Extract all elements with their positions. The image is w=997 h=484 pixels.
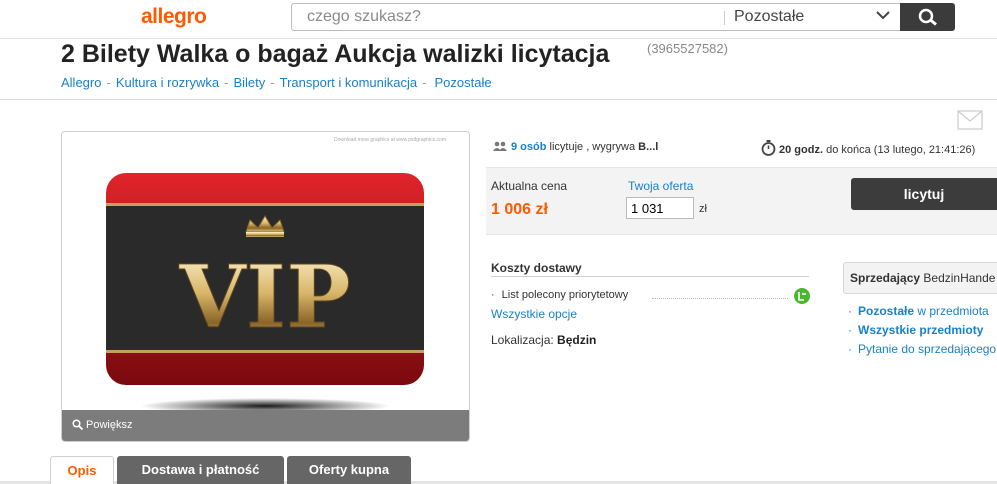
currency-label: zł bbox=[699, 203, 707, 215]
price-label: Aktualna cena bbox=[491, 179, 568, 193]
breadcrumb-item[interactable]: Bilety bbox=[233, 75, 265, 90]
seller-link-question[interactable]: · Pytanie do sprzedającego bbox=[848, 342, 996, 361]
winner-name: B...l bbox=[638, 141, 659, 153]
zoom-button[interactable]: Powiększ bbox=[62, 410, 469, 441]
seller-link-all[interactable]: · Wszystkie przedmioty bbox=[848, 323, 996, 342]
seller-links: · Pozostałe w przedmiota · Wszystkie przed… bbox=[848, 304, 996, 361]
all-options-link[interactable]: Wszystkie opcje bbox=[491, 307, 577, 321]
location-label: Lokalizacja: bbox=[491, 333, 554, 347]
shipping-option-label: List polecony priorytetowy bbox=[501, 289, 629, 301]
allegro-logo[interactable]: allegro bbox=[141, 5, 207, 29]
page-title: 2 Bilety Walka o bagaż Aukcja walizki li… bbox=[61, 40, 610, 68]
vip-card-image: VIP bbox=[106, 173, 424, 414]
tab-shipping-payment[interactable]: Dostawa i płatność bbox=[117, 456, 284, 484]
your-offer-label[interactable]: Twoja oferta bbox=[628, 179, 693, 193]
shipping-option: · List polecony priorytetowy bbox=[491, 289, 628, 301]
seller-label: Sprzedający bbox=[850, 271, 921, 285]
seller-name[interactable]: BedzinHande bbox=[923, 271, 995, 285]
seller-link-other[interactable]: · Pozostałe w przedmiota bbox=[848, 304, 996, 323]
bid-button[interactable]: licytuj bbox=[851, 178, 997, 210]
magnifier-icon bbox=[72, 419, 83, 430]
divider bbox=[724, 11, 725, 25]
current-price: 1 006 zł bbox=[491, 201, 548, 218]
bullet: · bbox=[491, 289, 495, 301]
seller-box[interactable]: Sprzedający BedzinHande bbox=[843, 262, 997, 294]
top-bar: allegro Pozostałe bbox=[0, 0, 997, 39]
bidders-count[interactable]: 9 osób bbox=[511, 141, 546, 153]
divider bbox=[491, 276, 809, 277]
search-bar: Pozostałe bbox=[291, 3, 955, 31]
free-shipping-icon bbox=[794, 288, 810, 304]
time-left-value: 20 godz. bbox=[779, 144, 824, 156]
location-value: Będzin bbox=[557, 333, 597, 347]
zoom-label: Powiększ bbox=[86, 419, 133, 431]
location: Lokalizacja: Będzin bbox=[491, 333, 596, 347]
divider bbox=[0, 99, 997, 100]
seller-link-question-label[interactable]: Pytanie do sprzedającego bbox=[858, 342, 996, 356]
search-icon bbox=[918, 8, 937, 26]
image-gallery[interactable]: Download more graphics at www.psdgraphic… bbox=[61, 131, 470, 442]
tab-purchase-offers[interactable]: Oferty kupna bbox=[287, 456, 411, 484]
bid-amount-input[interactable] bbox=[626, 197, 694, 219]
breadcrumb-item[interactable]: Allegro bbox=[61, 75, 101, 90]
price-panel: Aktualna cena 1 006 zł Twoja oferta zł l… bbox=[486, 167, 997, 235]
search-input[interactable] bbox=[292, 4, 737, 30]
time-left-text: do końca (13 lutego, 21:41:26) bbox=[826, 144, 976, 156]
dotted-leader bbox=[652, 298, 788, 299]
breadcrumb-item[interactable]: Kultura i rozrywka bbox=[116, 75, 219, 90]
seller-link-rest[interactable]: w przedmiota bbox=[917, 304, 988, 318]
seller-link-all-label[interactable]: Wszystkie przedmioty bbox=[858, 323, 983, 337]
search-button[interactable] bbox=[900, 3, 955, 31]
breadcrumb-item[interactable]: Pozostałe bbox=[434, 75, 491, 90]
breadcrumb-separator: - bbox=[224, 75, 229, 90]
time-left: 20 godz. do końca (13 lutego, 21:41:26) bbox=[761, 140, 975, 156]
seller-link-bold[interactable]: Pozostałe bbox=[858, 304, 914, 318]
breadcrumb: Allegro - Kultura i rozrywka - Bilety - Transp… bbox=[61, 75, 492, 90]
offer-id: (3965527582) bbox=[647, 41, 728, 56]
users-icon bbox=[493, 141, 507, 151]
bidders-text: licytuje , wygrywa bbox=[549, 141, 636, 153]
image-credit: Download more graphics at www.psdgraphic… bbox=[334, 137, 446, 143]
badge-glyph bbox=[798, 292, 806, 301]
category-select[interactable]: Pozostałe bbox=[734, 8, 804, 26]
envelope-icon[interactable] bbox=[957, 110, 983, 130]
tab-description[interactable]: Opis bbox=[50, 456, 114, 484]
breadcrumb-separator: - bbox=[422, 75, 427, 90]
breadcrumb-separator: - bbox=[106, 75, 111, 90]
breadcrumb-separator: - bbox=[270, 75, 275, 90]
vip-text: VIP bbox=[178, 247, 351, 348]
stopwatch-icon bbox=[761, 140, 776, 156]
breadcrumb-item[interactable]: Transport i komunikacja bbox=[280, 75, 418, 90]
bidders-info: 9 osób licytuje , wygrywa B...l bbox=[493, 141, 658, 153]
shipping-title: Koszty dostawy bbox=[491, 261, 582, 275]
chevron-down-icon[interactable] bbox=[876, 10, 890, 20]
